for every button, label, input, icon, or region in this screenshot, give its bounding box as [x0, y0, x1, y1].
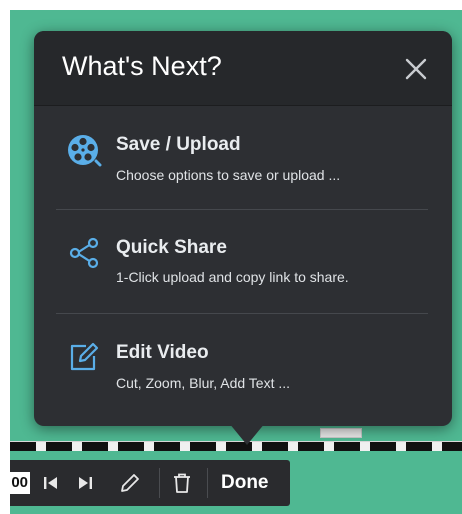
toolbar-separator — [159, 468, 160, 498]
option-save-upload[interactable]: Save / Upload Choose options to save or … — [56, 115, 428, 218]
trash-icon — [174, 473, 190, 493]
timeline-handle[interactable] — [320, 428, 362, 438]
option-divider — [56, 209, 428, 210]
option-title: Quick Share — [116, 237, 227, 258]
delete-button[interactable] — [170, 471, 194, 495]
pencil-icon — [121, 474, 139, 492]
option-description: Choose options to save or upload ... — [116, 167, 341, 183]
frame-counter: 00 — [10, 472, 30, 494]
option-quick-share[interactable]: Quick Share 1-Click upload and copy link… — [56, 219, 428, 322]
skip-back-icon — [44, 477, 57, 489]
option-title: Edit Video — [116, 342, 209, 363]
whats-next-popup: What's Next? Save / Upload Choose option… — [34, 31, 452, 426]
skip-forward-button[interactable] — [73, 471, 97, 495]
toolbar-separator — [207, 468, 208, 498]
screen: What's Next? Save / Upload Choose option… — [0, 0, 462, 514]
done-button[interactable]: Done — [221, 472, 269, 494]
option-description: Cut, Zoom, Blur, Add Text ... — [116, 375, 291, 391]
option-divider — [56, 313, 428, 314]
popup-header: What's Next? — [34, 31, 452, 106]
skip-forward-icon — [79, 477, 92, 489]
option-edit-video[interactable]: Edit Video Cut, Zoom, Blur, Add Text ... — [56, 323, 428, 426]
film-reel-icon — [68, 135, 102, 167]
option-description: 1-Click upload and copy link to share. — [116, 269, 349, 285]
editor-toolbar: 00 Done — [10, 460, 290, 506]
share-icon — [69, 237, 99, 269]
skip-back-button[interactable] — [39, 471, 63, 495]
edit-icon — [70, 342, 99, 371]
popup-pointer — [229, 423, 265, 445]
option-title: Save / Upload — [116, 134, 241, 155]
close-icon — [405, 58, 427, 80]
close-button[interactable] — [402, 55, 430, 83]
popup-title: What's Next? — [62, 51, 222, 81]
draw-button[interactable] — [118, 471, 142, 495]
